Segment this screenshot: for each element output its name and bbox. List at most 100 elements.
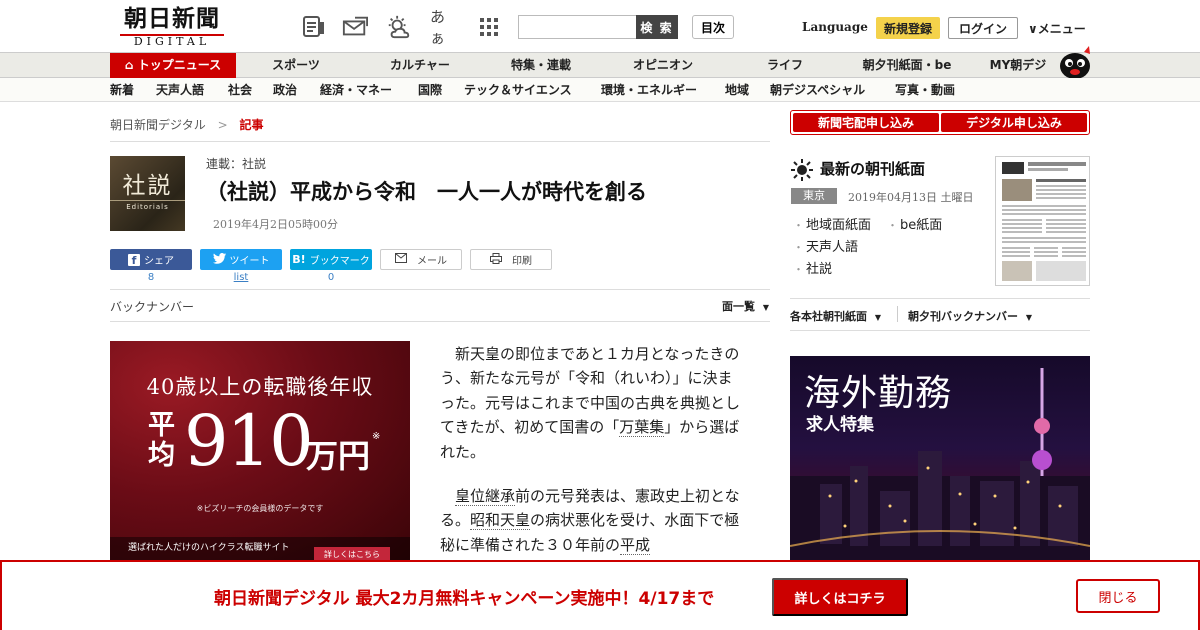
men-list-label: 面一覧 [722, 300, 755, 313]
subnav-item-region[interactable]: 地域 [725, 78, 749, 102]
mascot-icon[interactable] [1058, 44, 1092, 80]
nav-item-features[interactable]: 特集・連載 [490, 53, 592, 78]
subnav-item-photo-video[interactable]: 写真・動画 [895, 78, 955, 102]
overseas-jobs-ad[interactable]: 海外勤務 求人特集 [790, 356, 1090, 561]
ad-details-button[interactable]: 詳しくはこちら [314, 547, 390, 561]
hatena-bookmark-button[interactable]: B! ブックマーク [290, 249, 372, 270]
facebook-share-button[interactable]: f シェア [110, 249, 192, 270]
weather-icon[interactable] [386, 14, 412, 40]
link-editorial[interactable]: 社説 [793, 258, 832, 277]
regional-morning-label: 各本社朝刊紙面 [790, 310, 867, 323]
article-body: 新天皇の即位まであと１カ月となったきのう、新たな元号が「令和（れいわ）」に決まっ… [440, 342, 746, 577]
subnav-item-international[interactable]: 国際 [418, 78, 442, 102]
front-page-thumbnail[interactable] [995, 156, 1090, 286]
subnav-item-politics[interactable]: 政治 [273, 78, 297, 102]
nav-item-culture[interactable]: カルチャー [370, 53, 470, 78]
ad-asterisk: ※ [372, 431, 381, 442]
article-headline: （社説）平成から令和 一人一人が時代を創る [206, 179, 647, 204]
subnav-item-economy[interactable]: 経済・マネー [320, 78, 392, 102]
link-be-page[interactable]: be紙面 [887, 214, 942, 233]
campaign-banner: 朝日新聞デジタル 最大2カ月無料キャンペーン実施中！4/17まで 詳しくはコチラ… [0, 560, 1200, 630]
subscription-box: 新聞宅配申し込み デジタル申し込み [790, 110, 1090, 135]
campaign-details-button[interactable]: 詳しくはコチラ [772, 578, 908, 616]
toc-button[interactable]: 目次 [692, 15, 734, 39]
link-tensei-jingo[interactable]: 天声人語 [793, 236, 858, 255]
divider [110, 141, 770, 142]
search-input[interactable] [518, 15, 638, 39]
printer-icon [490, 252, 502, 267]
mail-share-button[interactable]: メール [380, 249, 462, 270]
nav-item-paper[interactable]: 朝夕刊紙面・be [856, 53, 958, 78]
keyword-link[interactable]: 万葉集 [619, 418, 665, 438]
logo-subtitle: DIGITAL [120, 34, 224, 48]
twitter-tweet-label: ツイート [229, 256, 270, 267]
subnav-item-tensei[interactable]: 天声人語 [156, 78, 204, 102]
link-regional-page[interactable]: 地域面紙面 [793, 214, 871, 233]
men-list-dropdown[interactable]: 面一覧 ▼ [722, 298, 769, 314]
keyword-link[interactable]: 昭和天皇 [470, 511, 531, 531]
home-icon: ⌂ [124, 58, 134, 72]
bizreach-ad[interactable]: 40歳以上の転職後年収 平均 910 万円 ※ ※ビズリーチの会員様のデータです… [110, 341, 410, 561]
main-nav: ⌂ トップニュース スポーツ カルチャー 特集・連載 オピニオン ライフ 朝夕刊… [0, 52, 1200, 78]
editorial-series-image: 社説 Editorials [110, 156, 185, 231]
sub-nav: 新着 天声人語 社会 政治 経済・マネー 国際 テック＆サイエンス 環境・エネル… [0, 78, 1200, 102]
nav-item-my-asadigi[interactable]: MY朝デジ [980, 53, 1056, 78]
login-button[interactable]: ログイン [948, 17, 1018, 39]
divider [110, 321, 770, 322]
backnumber-tab[interactable]: 朝夕刊バックナンバー ▼ [908, 308, 1032, 324]
backnumber-tab-label: 朝夕刊バックナンバー [908, 310, 1018, 323]
edition-region-tag: 東京 [791, 188, 837, 204]
subnav-item-environment[interactable]: 環境・エネルギー [601, 78, 697, 102]
language-link[interactable]: Language [802, 20, 868, 34]
nav-item-top-news[interactable]: ⌂ トップニュース [110, 53, 236, 78]
nav-item-opinion[interactable]: オピニオン [612, 53, 714, 78]
article-series[interactable]: 連載：社説 [206, 155, 266, 172]
menu-button[interactable]: ∨メニュー [1028, 20, 1086, 37]
twitter-bird-icon [212, 252, 226, 267]
edition-date: 2019年04月13日 土曜日 [848, 191, 974, 204]
signup-button[interactable]: 新規登録 [876, 17, 940, 39]
divider [110, 289, 770, 290]
ad-title: 海外勤務 [804, 373, 953, 414]
editorial-image-kanji: 社説 [122, 173, 173, 199]
article-date: 2019年4月2日05時00分 [213, 218, 338, 231]
breadcrumb: 朝日新聞デジタル > 記事 [110, 116, 264, 133]
breadcrumb-home[interactable]: 朝日新聞デジタル [110, 118, 206, 132]
print-label: 印刷 [512, 256, 532, 267]
mail-ticket-icon[interactable] [342, 14, 368, 40]
keyword-link[interactable]: 皇位継承 [455, 487, 516, 507]
caret-down-icon: ▼ [874, 313, 881, 322]
close-button[interactable]: 閉じる [1076, 579, 1160, 613]
divider [790, 298, 1090, 299]
news-icon[interactable] [301, 14, 327, 40]
article-paragraph: 新天皇の即位まであと１カ月となったきのう、新たな元号が「令和（れいわ）」に決まっ… [440, 342, 746, 464]
search-button[interactable]: 検 索 [636, 15, 678, 39]
nav-item-life[interactable]: ライフ [744, 53, 826, 78]
ad-subtitle: 求人特集 [806, 415, 874, 435]
digital-subscribe-button[interactable]: デジタル申し込み [941, 113, 1087, 132]
twitter-list-link[interactable]: list [200, 272, 282, 283]
grid-menu-icon[interactable] [476, 14, 502, 40]
subnav-item-tech[interactable]: テック＆サイエンス [464, 78, 572, 102]
caret-down-icon: ▼ [1025, 313, 1032, 322]
site-logo[interactable]: 朝日新聞 DIGITAL [112, 6, 232, 48]
facebook-share-label: シェア [144, 256, 174, 267]
nav-item-label: トップニュース [137, 58, 222, 72]
twitter-tweet-button[interactable]: ツイート [200, 249, 282, 270]
keyword-link[interactable]: 平成 [620, 535, 651, 555]
nav-item-sports[interactable]: スポーツ [250, 53, 342, 78]
subnav-item-society[interactable]: 社会 [228, 78, 252, 102]
regional-morning-tab[interactable]: 各本社朝刊紙面 ▼ [790, 308, 881, 324]
mail-share-label: メール [417, 256, 447, 267]
divider [790, 330, 1090, 331]
mail-icon [395, 253, 407, 266]
font-size-icon[interactable]: あぁ [430, 8, 456, 47]
subnav-item-new[interactable]: 新着 [110, 78, 134, 102]
hatena-bookmark-count: 0 [327, 272, 335, 283]
site-header: 朝日新聞 DIGITAL あぁ 検 索 目次 Language 新規登録 ログイ… [0, 0, 1200, 52]
newspaper-delivery-button[interactable]: 新聞宅配申し込み [793, 113, 939, 132]
print-button[interactable]: 印刷 [470, 249, 552, 270]
backnumber-label[interactable]: バックナンバー [110, 298, 194, 315]
latest-edition-title[interactable]: 最新の朝刊紙面 [820, 158, 925, 179]
subnav-item-special[interactable]: 朝デジスペシャル [770, 78, 865, 102]
